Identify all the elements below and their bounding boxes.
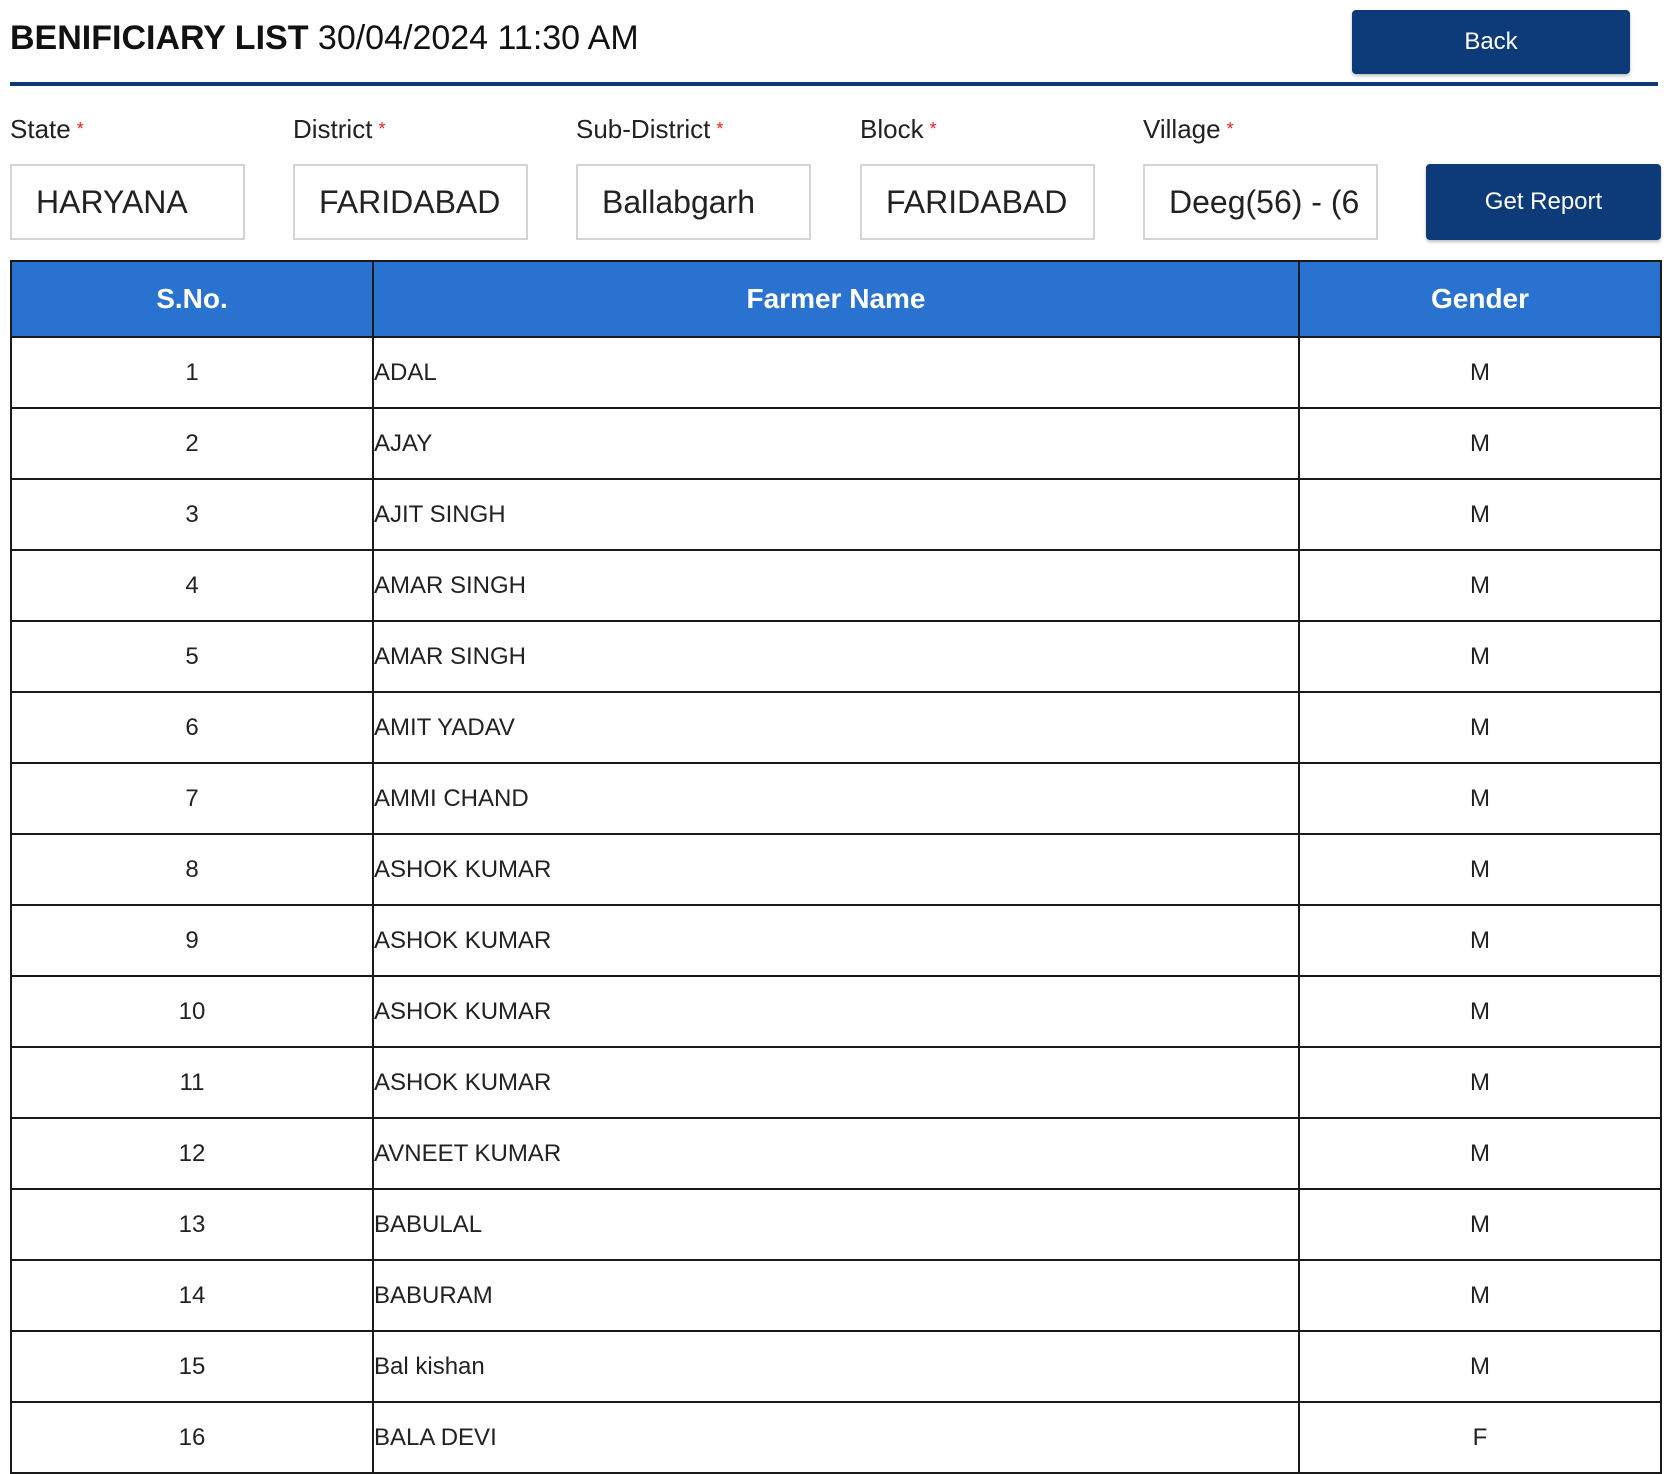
gender-cell: M — [1298, 1046, 1662, 1119]
gender-cell: M — [1298, 975, 1662, 1048]
farmer-name-cell: BABURAM — [372, 1259, 1300, 1332]
table-row: 13 BABULAL M — [10, 1188, 1662, 1261]
farmer-name-cell: AMMI CHAND — [372, 762, 1300, 835]
farmer-name-cell: ADAL — [372, 336, 1300, 409]
gender-cell: M — [1298, 762, 1662, 835]
gender-cell: M — [1298, 1330, 1662, 1403]
sno-cell: 12 — [10, 1117, 374, 1190]
gender-cell: M — [1298, 620, 1662, 693]
required-marker: * — [929, 119, 937, 139]
table-row: 6 AMIT YADAV M — [10, 691, 1662, 764]
farmer-name-cell: BABULAL — [372, 1188, 1300, 1261]
table-row: 10 ASHOK KUMAR M — [10, 975, 1662, 1048]
gender-cell: M — [1298, 478, 1662, 551]
block-field[interactable] — [860, 164, 1095, 240]
report-datetime: 30/04/2024 11:30 AM — [317, 19, 639, 57]
gender-cell: F — [1298, 1401, 1662, 1474]
block-label: Block * — [860, 114, 937, 144]
table-row: 14 BABURAM M — [10, 1259, 1662, 1332]
farmer-name-cell: AMAR SINGH — [372, 620, 1300, 693]
sno-cell: 14 — [10, 1259, 374, 1332]
gender-cell: M — [1298, 407, 1662, 480]
sub-district-label: Sub-District * — [576, 114, 724, 144]
sno-cell: 9 — [10, 904, 374, 977]
sno-cell: 5 — [10, 620, 374, 693]
required-marker: * — [378, 119, 386, 139]
gender-cell: M — [1298, 1259, 1662, 1332]
farmer-name-cell: BALA DEVI — [372, 1401, 1300, 1474]
column-header-sno[interactable]: S.No. — [10, 260, 374, 338]
column-header-farmer-name[interactable]: Farmer Name — [372, 260, 1300, 338]
state-label: State * — [10, 114, 84, 144]
table-row: 16 BALA DEVI F — [10, 1401, 1662, 1474]
village-field[interactable] — [1143, 164, 1378, 240]
village-label: Village * — [1143, 114, 1234, 144]
sub-district-field[interactable] — [576, 164, 811, 240]
sno-cell: 8 — [10, 833, 374, 906]
gender-cell: M — [1298, 904, 1662, 977]
sno-cell: 3 — [10, 478, 374, 551]
farmer-name-cell: AJIT SINGH — [372, 478, 1300, 551]
farmer-name-cell: Bal kishan — [372, 1330, 1300, 1403]
sno-cell: 15 — [10, 1330, 374, 1403]
back-button[interactable]: Back — [1352, 10, 1630, 74]
required-marker: * — [716, 119, 724, 139]
page-header: BENIFICIARY LIST 30/04/2024 11:30 AM Bac… — [10, 0, 1658, 86]
farmer-name-cell: AVNEET KUMAR — [372, 1117, 1300, 1190]
sno-cell: 11 — [10, 1046, 374, 1119]
table-row: 15 Bal kishan M — [10, 1330, 1662, 1403]
filter-bar: State* District* Sub-District* Block* Vi… — [10, 86, 1661, 264]
farmer-name-cell: ASHOK KUMAR — [372, 833, 1300, 906]
page-title: BENIFICIARY LIST 30/04/2024 11:30 AM — [10, 18, 639, 58]
get-report-button[interactable]: Get Report — [1426, 164, 1661, 240]
sno-cell: 7 — [10, 762, 374, 835]
gender-cell: M — [1298, 691, 1662, 764]
table-row: 5 AMAR SINGH M — [10, 620, 1662, 693]
gender-cell: M — [1298, 336, 1662, 409]
required-marker: * — [76, 119, 84, 139]
table-row: 9 ASHOK KUMAR M — [10, 904, 1662, 977]
table-row: 8 ASHOK KUMAR M — [10, 833, 1662, 906]
farmer-name-cell: AMIT YADAV — [372, 691, 1300, 764]
farmer-name-cell: ASHOK KUMAR — [372, 975, 1300, 1048]
table-row: 4 AMAR SINGH M — [10, 549, 1662, 622]
table-row: 11 ASHOK KUMAR M — [10, 1046, 1662, 1119]
district-field[interactable] — [293, 164, 528, 240]
table-row: 2 AJAY M — [10, 407, 1662, 480]
sno-cell: 16 — [10, 1401, 374, 1474]
district-label: District * — [293, 114, 386, 144]
gender-cell: M — [1298, 833, 1662, 906]
table-row: 12 AVNEET KUMAR M — [10, 1117, 1662, 1190]
table-row: 1 ADAL M — [10, 336, 1662, 409]
table-row: 3 AJIT SINGH M — [10, 478, 1662, 551]
farmer-name-cell: AMAR SINGH — [372, 549, 1300, 622]
table-row: 7 AMMI CHAND M — [10, 762, 1662, 835]
sno-cell: 4 — [10, 549, 374, 622]
sno-cell: 13 — [10, 1188, 374, 1261]
farmer-name-cell: ASHOK KUMAR — [372, 904, 1300, 977]
required-marker: * — [1226, 119, 1234, 139]
state-field[interactable] — [10, 164, 245, 240]
farmer-name-cell: AJAY — [372, 407, 1300, 480]
gender-cell: M — [1298, 1188, 1662, 1261]
table-header-row: S.No. Farmer Name Gender — [10, 260, 1662, 338]
column-header-gender[interactable]: Gender — [1298, 260, 1662, 338]
sno-cell: 2 — [10, 407, 374, 480]
gender-cell: M — [1298, 549, 1662, 622]
sno-cell: 10 — [10, 975, 374, 1048]
sno-cell: 1 — [10, 336, 374, 409]
beneficiary-list-page: BENIFICIARY LIST 30/04/2024 11:30 AM Bac… — [10, 0, 1662, 1474]
beneficiary-table: S.No. Farmer Name Gender 1 ADAL M 2 AJAY M 3… — [10, 260, 1662, 1474]
gender-cell: M — [1298, 1117, 1662, 1190]
title-text: BENIFICIARY LIST — [10, 19, 309, 57]
sno-cell: 6 — [10, 691, 374, 764]
farmer-name-cell: ASHOK KUMAR — [372, 1046, 1300, 1119]
